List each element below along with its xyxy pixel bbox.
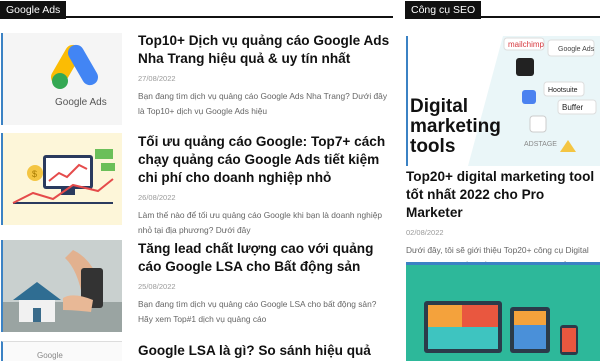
post-title[interactable]: Top10+ Dịch vụ quảng cáo Google Ads Nha … (138, 32, 393, 68)
post-title[interactable]: Tối ưu quảng cáo Google: Top7+ cách chạy… (138, 133, 393, 187)
post-title[interactable]: Google LSA là gì? So sánh hiệu quả giữa … (138, 342, 393, 361)
svg-text:marketing: marketing (410, 116, 501, 137)
post-thumbnail[interactable]: Google (1, 341, 122, 361)
post-excerpt: Làm thế nào để tối ưu quảng cáo Google k… (138, 210, 383, 235)
digital-marketing-tools-icon: Digital marketing tools mailchimp Google… (408, 36, 600, 166)
svg-text:Hootsuite: Hootsuite (548, 87, 578, 94)
post-item: Google Google LSA là gì? So sánh hiệu qu… (0, 341, 393, 361)
featured-title[interactable]: Top20+ digital marketing tool tốt nhất 2… (406, 168, 600, 222)
post-date: 26/08/2022 (138, 193, 176, 202)
post-date: 25/08/2022 (138, 282, 176, 291)
featured-thumbnail[interactable]: Digital marketing tools mailchimp Google… (406, 36, 600, 166)
post-excerpt: Bạn đang tìm dịch vụ quảng cáo Google Ad… (138, 91, 388, 116)
post-thumbnail[interactable] (1, 240, 122, 332)
section-title[interactable]: Công cụ SEO (405, 1, 482, 19)
devices-illustration-icon (406, 265, 600, 361)
svg-text:ADSTAGE: ADSTAGE (524, 141, 557, 148)
money-growth-icon: $ (3, 133, 122, 225)
google-screenshot-icon: Google (3, 342, 122, 361)
house-model-icon (3, 240, 122, 332)
section-header-google-ads: Google Ads (0, 0, 393, 19)
svg-text:Buffer: Buffer (562, 103, 584, 112)
post-item: Google Ads Top10+ Dịch vụ quảng cáo Goog… (0, 33, 393, 128)
post-excerpt: Bạn đang tìm dịch vụ quảng cáo Google LS… (138, 299, 377, 324)
post-title[interactable]: Tăng lead chất lượng cao với quảng cáo G… (138, 240, 393, 276)
svg-text:Google Ads: Google Ads (55, 97, 107, 108)
svg-text:Google: Google (37, 351, 63, 360)
featured-date: 02/08/2022 (406, 228, 444, 237)
responsive-devices-thumbnail[interactable] (406, 262, 600, 361)
post-date: 27/08/2022 (138, 74, 176, 83)
google-ads-logo-icon: Google Ads (3, 33, 122, 125)
post-thumbnail[interactable]: Google Ads (1, 33, 122, 125)
svg-text:tools: tools (410, 136, 455, 157)
post-thumbnail[interactable]: $ (1, 133, 122, 225)
featured-post: Digital marketing tools mailchimp Google… (406, 36, 600, 273)
section-title[interactable]: Google Ads (0, 1, 67, 19)
svg-text:mailchimp: mailchimp (508, 40, 545, 49)
svg-text:$: $ (32, 169, 37, 179)
post-item: $ Tối ưu quảng cáo Google: Top7+ cách ch… (0, 133, 393, 235)
section-header-seo-tools: Công cụ SEO (405, 0, 600, 19)
svg-text:Digital: Digital (410, 96, 468, 117)
svg-text:Google Ads: Google Ads (558, 46, 595, 53)
post-item: Tăng lead chất lượng cao với quảng cáo G… (0, 240, 393, 332)
